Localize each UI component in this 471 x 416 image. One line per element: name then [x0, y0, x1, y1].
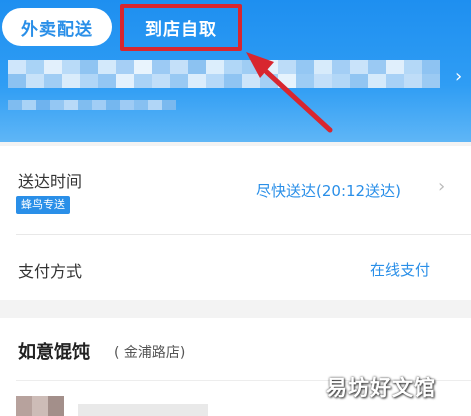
- contact-blurred: [8, 100, 176, 110]
- chevron-right-icon[interactable]: ›: [438, 176, 445, 197]
- header: 外卖配送 到店自取 ›: [0, 0, 471, 142]
- watermark: 易坊好文馆: [326, 376, 436, 400]
- shop-branch: ( 金浦路店): [114, 345, 186, 361]
- item-name-blurred: [78, 404, 208, 416]
- divider: [16, 234, 471, 235]
- delivery-time-value[interactable]: 尽快送达(20:12送达): [256, 180, 401, 201]
- item-thumbnail: [16, 396, 64, 416]
- payment-label: 支付方式: [18, 262, 83, 281]
- tab-delivery[interactable]: 外卖配送: [2, 8, 112, 46]
- tab-pickup[interactable]: 到店自取: [120, 4, 242, 51]
- address-blurred-row2: [8, 74, 440, 102]
- shop-name: 如意馄饨: [18, 342, 90, 363]
- order-info-card: 送达时间 蜂鸟专送 尽快送达(20:12送达) › 支付方式 在线支付: [0, 146, 471, 300]
- delivery-badge: 蜂鸟专送: [16, 196, 70, 214]
- chevron-right-icon[interactable]: ›: [455, 66, 462, 87]
- delivery-time-label: 送达时间: [18, 172, 83, 191]
- payment-value[interactable]: 在线支付: [370, 259, 430, 280]
